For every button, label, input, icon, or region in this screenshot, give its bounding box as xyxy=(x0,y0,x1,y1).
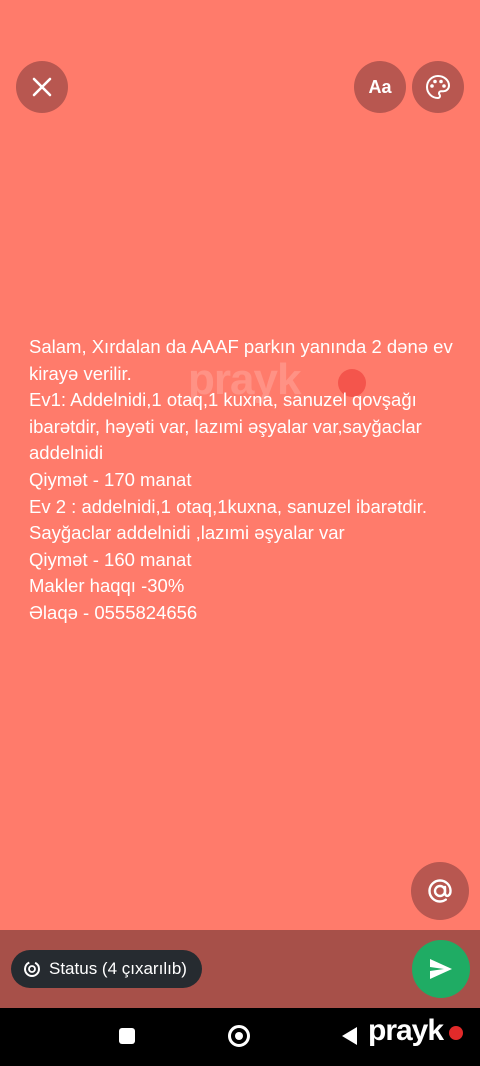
audience-label: Status (4 çıxarılıb) xyxy=(49,959,187,978)
font-style-button[interactable]: Aa xyxy=(354,61,406,113)
at-icon xyxy=(428,879,452,903)
palette-icon xyxy=(425,74,451,100)
send-button[interactable] xyxy=(412,940,470,998)
recents-button[interactable] xyxy=(119,1028,135,1044)
audience-selector[interactable]: Status (4 çıxarılıb) xyxy=(11,950,202,988)
status-text[interactable]: Salam, Xırdalan da AAAF parkın yanında 2… xyxy=(29,334,459,627)
close-button[interactable] xyxy=(16,61,68,113)
send-icon xyxy=(430,959,452,979)
color-palette-button[interactable] xyxy=(412,61,464,113)
home-button[interactable] xyxy=(228,1025,250,1047)
close-icon xyxy=(32,77,52,97)
status-ring-icon xyxy=(24,961,40,977)
brand-logo-dot xyxy=(449,1026,463,1040)
font-style-label: Aa xyxy=(368,76,392,97)
mention-button[interactable] xyxy=(411,862,469,920)
brand-logo: prayk xyxy=(368,1014,444,1047)
back-button[interactable] xyxy=(342,1027,357,1045)
